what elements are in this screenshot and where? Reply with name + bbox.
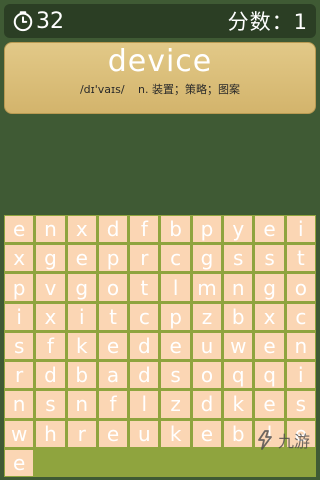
letter-tile[interactable]: i <box>67 303 96 330</box>
letter-tile[interactable]: d <box>130 332 159 360</box>
word-phonetic: /dɪ'vaɪs/ <box>79 83 125 96</box>
letter-tile[interactable]: e <box>255 391 284 418</box>
letter-tile[interactable]: u <box>130 420 159 447</box>
letter-tile[interactable]: x <box>255 303 284 330</box>
timer: 32 <box>12 9 64 34</box>
letter-tile[interactable]: b <box>67 362 96 389</box>
letter-tile[interactable]: p <box>5 274 34 301</box>
letter-tile[interactable]: z <box>161 391 190 418</box>
letter-tile[interactable]: r <box>5 362 34 389</box>
letter-tile[interactable]: e <box>98 332 128 360</box>
letter-tile[interactable]: n <box>36 216 65 243</box>
letter-tile[interactable]: w <box>5 420 34 447</box>
letter-tile[interactable]: c <box>130 303 159 330</box>
letter-tile[interactable]: n <box>224 274 253 301</box>
letter-tile[interactable]: i <box>286 216 315 243</box>
watermark-logo-icon <box>258 430 272 450</box>
letter-tile[interactable]: y <box>224 216 253 243</box>
top-bar: 32 分数：1 <box>4 4 316 38</box>
watermark: 九游 <box>255 428 310 452</box>
letter-tile[interactable]: e <box>67 245 96 272</box>
word-card: device /dɪ'vaɪs/ n. 装置；策略；图案 <box>4 42 316 114</box>
letter-tile[interactable]: n <box>67 391 96 418</box>
letter-tile[interactable]: k <box>67 332 96 360</box>
letter-tile[interactable]: r <box>130 245 159 272</box>
letter-tile[interactable]: p <box>192 216 222 243</box>
letter-tile[interactable]: m <box>192 274 222 301</box>
letter-tile[interactable]: e <box>192 420 222 447</box>
letter-tile[interactable]: v <box>36 274 65 301</box>
letter-tile[interactable]: t <box>98 303 128 330</box>
letter-tile[interactable]: d <box>98 216 128 243</box>
letter-tile[interactable]: t <box>286 245 315 272</box>
letter-tile[interactable]: g <box>67 274 96 301</box>
letter-tile[interactable]: d <box>192 391 222 418</box>
score-display: 分数：1 <box>227 10 308 34</box>
letter-tile[interactable]: o <box>286 274 315 301</box>
letter-tile[interactable]: e <box>5 449 34 476</box>
letter-tile[interactable]: s <box>161 362 190 389</box>
letter-tile[interactable]: e <box>98 420 128 447</box>
clock-icon <box>13 11 33 32</box>
letter-tile[interactable]: t <box>130 274 159 301</box>
target-word: device <box>107 44 213 79</box>
letter-tile[interactable]: o <box>192 362 222 389</box>
letter-tile[interactable]: f <box>98 391 128 418</box>
letter-tile[interactable]: g <box>192 245 222 272</box>
letter-tile[interactable]: c <box>161 245 190 272</box>
letter-tile[interactable]: b <box>224 420 253 447</box>
letter-tile[interactable]: s <box>5 332 34 360</box>
letter-tile[interactable]: s <box>255 245 284 272</box>
word-definition: /dɪ'vaɪs/ n. 装置；策略；图案 <box>5 81 315 97</box>
word-meaning: n. 装置；策略；图案 <box>138 83 241 96</box>
letter-tile[interactable]: h <box>36 420 65 447</box>
letter-tile[interactable]: a <box>98 362 128 389</box>
letter-tile[interactable]: c <box>286 303 315 330</box>
letter-tile[interactable]: p <box>161 303 190 330</box>
letter-tile[interactable]: r <box>67 420 96 447</box>
letter-tile[interactable]: l <box>161 274 190 301</box>
timer-value: 32 <box>36 8 64 34</box>
letter-tile[interactable]: n <box>5 391 34 418</box>
letter-tile[interactable]: x <box>5 245 34 272</box>
letter-tile[interactable]: q <box>255 362 284 389</box>
letter-tile[interactable]: p <box>98 245 128 272</box>
letter-tile[interactable]: o <box>98 274 128 301</box>
letter-tile[interactable]: u <box>192 332 222 360</box>
letter-tile[interactable]: q <box>224 362 253 389</box>
letter-tile[interactable]: i <box>286 362 315 389</box>
letter-tile[interactable]: e <box>255 216 284 243</box>
letter-tile[interactable]: k <box>224 391 253 418</box>
letter-tile[interactable]: b <box>161 216 190 243</box>
letter-tile[interactable]: f <box>36 332 65 360</box>
letter-tile[interactable]: d <box>36 362 65 389</box>
letter-tile[interactable]: s <box>286 391 315 418</box>
letter-tile[interactable]: e <box>5 216 34 243</box>
letter-tile[interactable]: e <box>255 332 284 360</box>
letter-tile[interactable]: g <box>255 274 284 301</box>
letter-tile[interactable]: x <box>36 303 65 330</box>
letter-tile[interactable]: g <box>36 245 65 272</box>
letter-tile[interactable]: i <box>5 303 34 330</box>
letter-tile[interactable]: w <box>224 332 253 360</box>
letter-tile[interactable]: n <box>286 332 315 360</box>
letter-tile[interactable]: l <box>130 391 159 418</box>
letter-tile[interactable]: d <box>130 362 159 389</box>
watermark-text: 九游 <box>277 432 310 451</box>
letter-tile[interactable]: b <box>224 303 253 330</box>
letter-tile[interactable]: z <box>192 303 222 330</box>
letter-tile[interactable]: f <box>130 216 159 243</box>
letter-tile[interactable]: s <box>224 245 253 272</box>
letter-tile[interactable]: x <box>67 216 96 243</box>
letter-tile[interactable]: s <box>36 391 65 418</box>
letter-tile[interactable]: e <box>161 332 190 360</box>
letter-tile[interactable]: k <box>161 420 190 447</box>
